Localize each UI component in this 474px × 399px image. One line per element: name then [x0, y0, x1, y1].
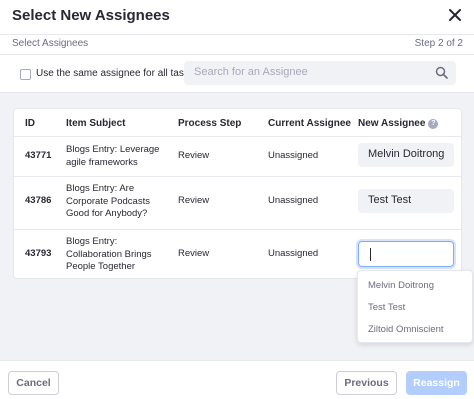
- row-divider: [14, 176, 461, 177]
- dropdown-option[interactable]: Melvin Doitrong: [368, 280, 434, 291]
- current-assignee: Unassigned: [268, 150, 319, 161]
- row-divider: [14, 229, 461, 230]
- item-subject: Blogs Entry: Are Corporate Podcasts Good…: [66, 183, 150, 221]
- item-subject-line: Blogs Entry: Are: [66, 183, 135, 194]
- new-assignee-field[interactable]: Test Test: [358, 189, 454, 213]
- same-assignee-label: Use the same assignee for all tasks.: [36, 68, 197, 79]
- search-input[interactable]: Search for an Assignee: [184, 61, 456, 85]
- item-subject: Blogs Entry: Leverage agile frameworks: [66, 144, 159, 169]
- item-subject-line: Corporate Podcasts: [66, 195, 150, 207]
- item-subject-line: Good for Anybody?: [66, 208, 148, 219]
- tasks-table: ID Item Subject Process Step Current Ass…: [13, 108, 462, 279]
- task-id: 43793: [25, 248, 52, 259]
- column-header-id: ID: [25, 118, 35, 129]
- item-subject-line: Blogs Entry:: [66, 236, 118, 247]
- modal-footer: Cancel Previous Reassign: [0, 360, 474, 399]
- step-title: Select Assignees: [12, 38, 89, 49]
- same-assignee-checkbox[interactable]: [20, 69, 31, 80]
- task-id: 43771: [25, 150, 52, 161]
- item-subject: Blogs Entry: Collaboration Brings People…: [66, 236, 152, 274]
- column-header-new: New Assignee?: [358, 118, 439, 129]
- process-step: Review: [178, 248, 210, 259]
- item-subject-line: Collaboration Brings: [66, 248, 152, 260]
- step-bar: Select Assignees Step 2 of 2: [0, 35, 474, 55]
- item-subject-line: agile frameworks: [66, 156, 138, 168]
- cancel-button[interactable]: Cancel: [8, 371, 59, 395]
- help-icon[interactable]: ?: [428, 119, 439, 129]
- search-placeholder: Search for an Assignee: [194, 66, 308, 78]
- step-counter: Step 2 of 2: [414, 38, 463, 49]
- column-header-subject: Item Subject: [66, 118, 126, 129]
- task-id: 43786: [25, 195, 52, 206]
- search-icon[interactable]: [435, 66, 448, 79]
- dropdown-option[interactable]: Ziltoid Omniscient: [368, 324, 444, 335]
- new-assignee-field[interactable]: Melvin Doitrong: [358, 143, 454, 167]
- process-step: Review: [178, 195, 210, 206]
- current-assignee: Unassigned: [268, 195, 319, 206]
- assignee-autocomplete-menu: Melvin Doitrong Test Test Ziltoid Omnisc…: [357, 270, 473, 343]
- close-icon[interactable]: [446, 6, 464, 24]
- text-caret: [370, 248, 371, 261]
- dropdown-option[interactable]: Test Test: [368, 302, 405, 313]
- modal-title: Select New Assignees: [12, 7, 170, 24]
- item-subject-line: Blogs Entry: Leverage: [66, 144, 160, 155]
- column-header-step: Process Step: [178, 118, 242, 129]
- new-assignee-input[interactable]: [358, 241, 454, 267]
- modal-header: Select New Assignees: [0, 0, 474, 35]
- column-header-new-label: New Assignee: [358, 118, 426, 129]
- previous-button[interactable]: Previous: [336, 371, 397, 395]
- reassign-button[interactable]: Reassign: [406, 371, 467, 395]
- current-assignee: Unassigned: [268, 248, 319, 259]
- process-step: Review: [178, 150, 210, 161]
- row-divider: [14, 136, 461, 137]
- column-header-current: Current Assignee: [268, 118, 351, 129]
- item-subject-line: People Together: [66, 261, 136, 272]
